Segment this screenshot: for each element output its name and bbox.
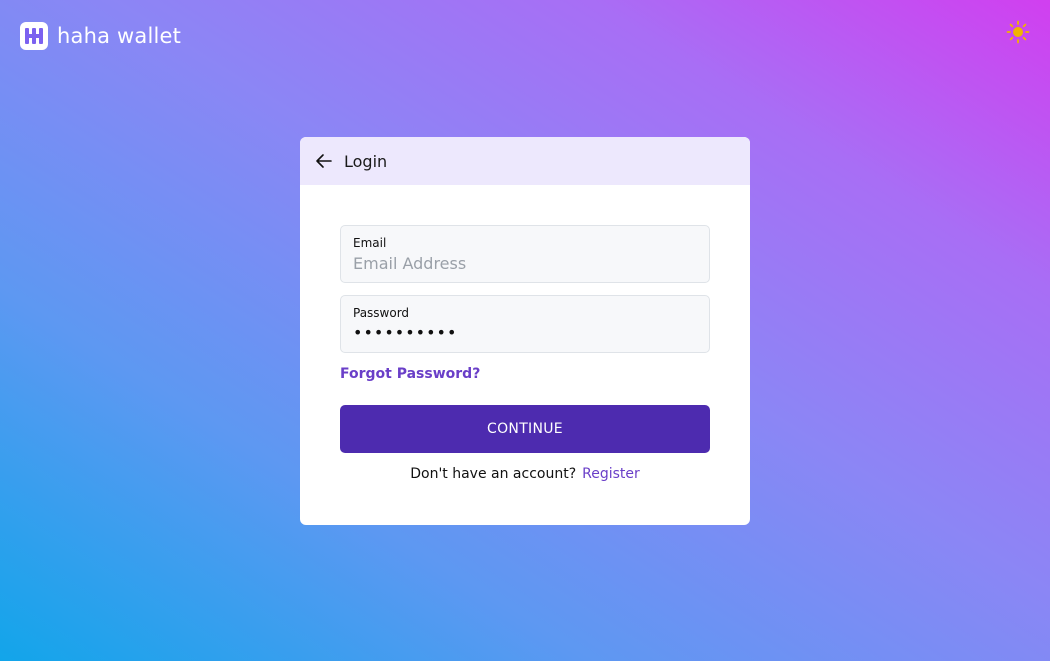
page-title: Login [344,151,388,171]
email-input[interactable] [353,254,697,273]
theme-toggle-button[interactable] [1004,18,1032,46]
password-field[interactable]: Password •••••••••• [340,295,710,353]
password-label: Password [353,306,410,320]
login-card-header: Login [300,137,750,185]
arrow-left-icon [316,154,332,168]
register-link[interactable]: Register [582,466,640,482]
email-label: Email [353,236,387,250]
email-field[interactable]: Email [340,225,710,283]
password-input[interactable]: •••••••••• [353,323,697,342]
sun-icon [1006,20,1030,44]
register-prompt: Don't have an account? [410,466,577,482]
haha-logo-icon [20,22,48,50]
register-row: Don't have an account? Register [300,466,750,482]
back-button[interactable] [314,151,334,171]
login-card: Login Email Password •••••••••• Forgot P… [300,137,750,525]
continue-button[interactable]: CONTINUE [340,405,710,453]
brand-name: haha wallet [57,24,182,48]
forgot-password-link[interactable]: Forgot Password? [340,366,480,382]
brand-logo[interactable]: haha wallet [20,22,181,50]
